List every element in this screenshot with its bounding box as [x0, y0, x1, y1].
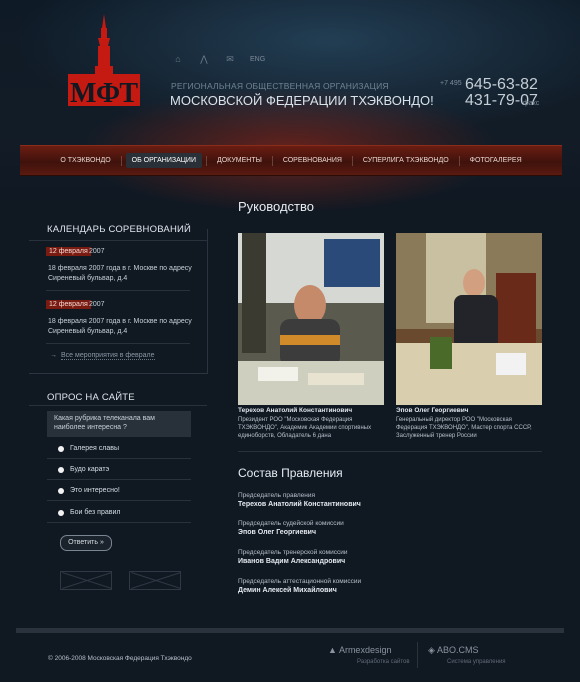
event-description: 18 февраля 2007 года в г. Москве по адре…	[48, 265, 192, 282]
abocms-logo-icon: ◈	[428, 645, 435, 655]
board-member-name: Иванов Вадим Александрович	[238, 558, 346, 565]
nav-divider	[120, 155, 122, 166]
divider	[46, 343, 190, 344]
poll-option[interactable]: Бои без правил	[58, 509, 120, 516]
director-name: Эпов Олег Георгиевич	[396, 407, 469, 414]
radio-button[interactable]	[58, 466, 64, 473]
footer-divider	[16, 628, 564, 633]
poll-question: Какая рубрика телеканала вам наиболее ин…	[47, 411, 191, 437]
language-switch[interactable]: ENG	[250, 56, 265, 63]
director-photo	[396, 233, 542, 405]
nav-item-documents[interactable]: ДОКУМЕНТЫ	[211, 153, 268, 168]
all-events-label: Все мероприятия в феврале	[61, 352, 155, 360]
sitemap-icon[interactable]: ⋀	[198, 54, 210, 64]
cms-link[interactable]: ◈ ABO.CMS	[428, 645, 478, 656]
copyright: © 2006-2008 Московская Федерация Тхэквон…	[48, 655, 192, 662]
divider	[47, 479, 191, 480]
radio-button[interactable]	[58, 445, 64, 452]
armexdesign-logo-icon: ▲	[328, 645, 337, 655]
event-description: 18 февраля 2007 года в г. Москве по адре…	[48, 318, 192, 335]
radio-button[interactable]	[58, 509, 64, 516]
developer-link[interactable]: ▲ Armexdesign	[328, 645, 391, 655]
main-navigation: О ТХЭКВОНДО ОБ ОРГАНИЗАЦИИ ДОКУМЕНТЫ СОР…	[20, 145, 562, 176]
board-role: Председатель судейской комиссии	[238, 520, 344, 527]
board-role: Председатель аттестационной комиссии	[238, 578, 362, 585]
poll-option[interactable]: Это интересно!	[58, 487, 120, 494]
nav-item-photo-gallery[interactable]: ФОТОГАЛЕРЕЯ	[464, 153, 528, 168]
calendar-title: КАЛЕНДАРЬ СОРЕВНОВАНИЙ	[47, 224, 192, 235]
nav-divider	[205, 155, 207, 166]
svg-text:МФТ: МФТ	[70, 78, 138, 109]
event-year: 2007	[89, 248, 105, 255]
president-photo	[238, 233, 384, 405]
arrow-right-icon: →	[50, 352, 57, 359]
poll-option-label: Это интересно!	[70, 487, 120, 494]
footer-separator	[417, 642, 418, 668]
radio-button[interactable]	[58, 487, 64, 494]
divider	[29, 240, 207, 241]
president-name: Терехов Анатолий Константинович	[238, 407, 353, 414]
event-year: 2007	[89, 301, 105, 308]
president-description: Президент РОО "Московская Федерация ТХЭК…	[238, 417, 372, 439]
page-title: Руководство	[238, 199, 314, 214]
nav-item-superleague[interactable]: СУПЕРЛИГА ТХЭКВОНДО	[357, 153, 455, 168]
divider	[238, 451, 542, 452]
poll-option[interactable]: Галерея славы	[58, 445, 119, 452]
phone-code: +7 495	[440, 80, 462, 87]
nav-item-about-organization[interactable]: ОБ ОРГАНИЗАЦИИ	[125, 153, 202, 168]
poll-title: ОПРОС НА САЙТЕ	[47, 392, 135, 403]
board-member-name: Терехов Анатолий Константинович	[238, 501, 361, 508]
divider	[46, 290, 190, 291]
board-role: Председатель правления	[238, 492, 316, 499]
event-date-badge[interactable]: 12 февраля	[46, 300, 91, 309]
poll-option-label: Будо каратэ	[70, 466, 110, 473]
poll-option-label: Галерея славы	[70, 445, 120, 452]
org-title: МОСКОВСКОЙ ФЕДЕРАЦИИ ТХЭКВОНДО!	[170, 93, 434, 108]
fax-label: факс	[523, 100, 540, 107]
board-member-name: Эпов Олег Георгиевич	[238, 529, 317, 536]
nav-divider	[271, 155, 273, 166]
divider	[47, 458, 191, 459]
developer-caption: Разработка сайтов	[357, 659, 410, 665]
nav-divider	[351, 155, 353, 166]
mail-icon[interactable]: ✉	[224, 54, 236, 64]
banner-placeholder[interactable]	[129, 571, 181, 590]
cms-name: ABO.CMS	[436, 645, 479, 655]
divider	[47, 500, 191, 501]
top-utility-links: ⌂ ⋀ ✉ ENG	[172, 54, 265, 64]
federation-logo[interactable]: МФТ	[64, 14, 144, 110]
all-events-link[interactable]: → Все мероприятия в феврале	[50, 352, 155, 360]
nav-item-about-taekwondo[interactable]: О ТХЭКВОНДО	[54, 153, 116, 168]
event-date-badge[interactable]: 12 февраля	[46, 247, 91, 256]
banner-placeholder[interactable]	[60, 571, 112, 590]
developer-name: Armexdesign	[338, 645, 392, 655]
board-role: Председатель тренерской комиссии	[238, 549, 348, 556]
home-icon[interactable]: ⌂	[172, 54, 184, 64]
divider	[47, 522, 191, 523]
board-title: Состав Правления	[238, 466, 343, 480]
director-description: Генеральный директор РОО "Московская Фед…	[396, 417, 532, 439]
poll-submit-button[interactable]: Ответить »	[60, 535, 112, 551]
board-member-name: Демин Алексей Михайлович	[238, 587, 337, 594]
org-subtitle: РЕГИОНАЛЬНАЯ ОБЩЕСТВЕННАЯ ОРГАНИЗАЦИЯ	[171, 81, 389, 91]
nav-item-competitions[interactable]: СОРЕВНОВАНИЯ	[277, 153, 348, 168]
divider	[29, 405, 207, 406]
poll-option[interactable]: Будо каратэ	[58, 466, 109, 473]
cms-caption: Система управления	[447, 659, 506, 665]
nav-divider	[458, 155, 460, 166]
poll-option-label: Бои без правил	[70, 509, 121, 516]
